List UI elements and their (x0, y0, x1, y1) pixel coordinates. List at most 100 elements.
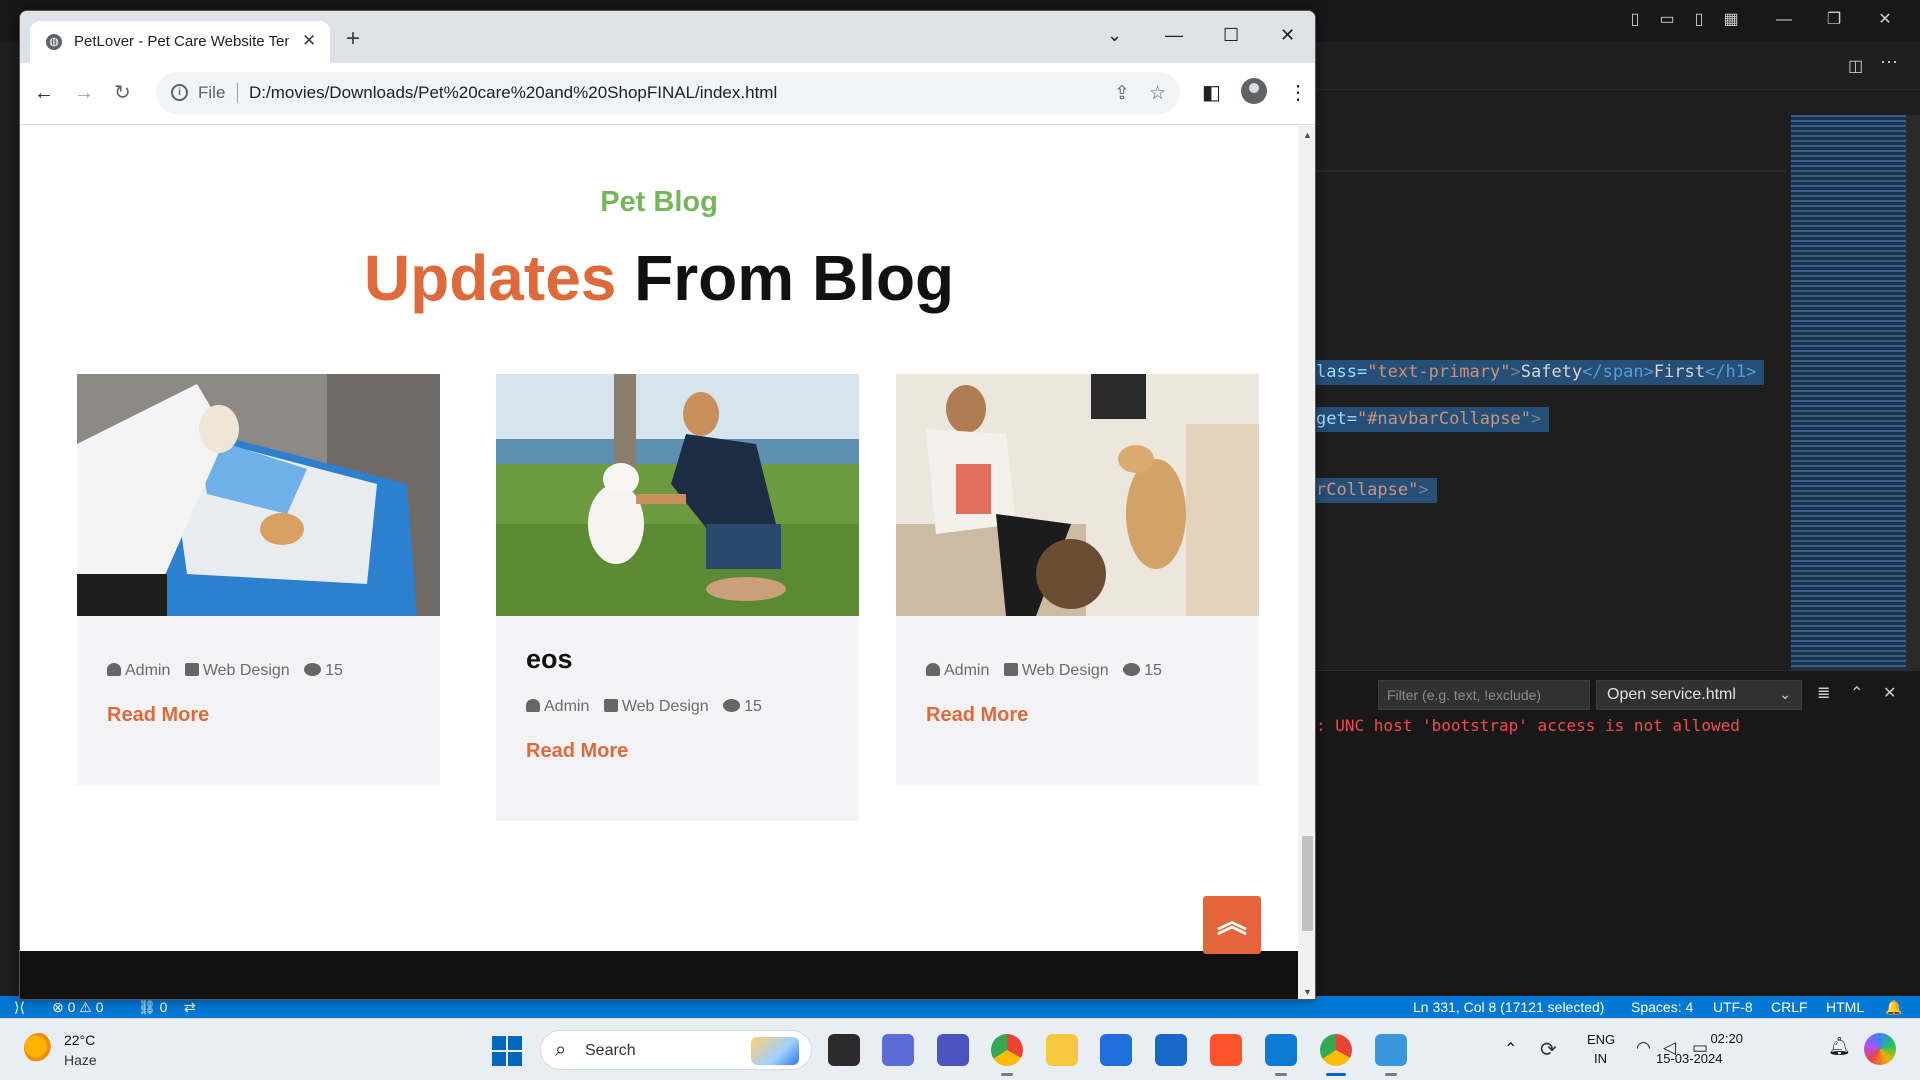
toggle-panel-icon[interactable]: ▭ (1658, 11, 1676, 29)
read-more-link[interactable]: Read More (526, 740, 628, 763)
remote-icon[interactable]: ⟩⟨ (14, 999, 25, 1016)
more-actions-icon[interactable]: ⋯ (1880, 52, 1898, 73)
search-placeholder: Search (585, 1042, 636, 1059)
card-heading[interactable]: eos (526, 644, 573, 675)
photos-icon[interactable] (1375, 1034, 1407, 1066)
indentation[interactable]: Spaces: 4 (1631, 999, 1693, 1015)
notification-bell-icon[interactable]: 🔔︎ (1828, 1036, 1851, 1057)
weather-temperature[interactable]: 22°C (64, 1032, 95, 1048)
microsoft-store-icon[interactable] (1155, 1034, 1187, 1066)
blog-image-vet-cat[interactable] (77, 374, 440, 616)
chrome-profile-icon[interactable] (991, 1034, 1023, 1066)
search-icon: ⌕ (555, 1039, 567, 1061)
side-panel-icon[interactable]: ◧ (1202, 83, 1221, 103)
clock-date[interactable]: 15-03-2024 (1656, 1051, 1723, 1066)
url-text[interactable]: D:/movies/Downloads/Pet%20care%20and%20S… (249, 83, 777, 103)
close-icon[interactable]: ✕ (1876, 11, 1894, 29)
card-category[interactable]: Web Design (203, 662, 290, 679)
scrollbar-thumb[interactable] (1302, 836, 1313, 931)
read-more-link[interactable]: Read More (107, 704, 209, 727)
task-view-icon[interactable] (828, 1034, 860, 1066)
globe-icon: ◍ (46, 34, 62, 50)
browser-toolbar: ← → ↻ i File D:/movies/Downloads/Pet%20c… (20, 63, 1315, 125)
teams-chat-icon[interactable] (882, 1034, 914, 1066)
problems-indicator[interactable]: ⊗ 0 ⚠ 0 (52, 999, 104, 1016)
browser-tab[interactable]: ◍ PetLover - Pet Care Website Template ✕ (30, 21, 330, 63)
share-icon[interactable]: ⇪ (1114, 82, 1130, 105)
tab-strip: ◍ PetLover - Pet Care Website Template ✕… (20, 11, 1315, 63)
minimap[interactable] (1791, 115, 1906, 670)
scroll-up-icon[interactable]: ▲ (1303, 130, 1312, 140)
notifications-icon[interactable]: 🔔 (1885, 999, 1902, 1016)
minimize-icon[interactable]: — (1775, 11, 1793, 29)
split-editor-icon[interactable]: ◫ (1848, 56, 1863, 76)
page-scrollbar[interactable]: ▲ ▼ (1298, 126, 1315, 999)
card-author[interactable]: Admin (544, 698, 589, 715)
folder-icon (1003, 663, 1018, 676)
card-author[interactable]: Admin (125, 662, 170, 679)
editor-scrollbar[interactable] (1906, 115, 1920, 670)
new-tab-button[interactable]: + (346, 27, 360, 51)
code-punct: > (1418, 480, 1429, 500)
customize-layout-icon[interactable]: ▦ (1722, 11, 1740, 29)
card-category[interactable]: Web Design (1022, 662, 1109, 679)
close-tab-icon[interactable]: ✕ (302, 31, 316, 51)
info-icon[interactable]: i (171, 84, 188, 101)
close-panel-icon[interactable]: ✕ (1883, 683, 1896, 703)
weather-icon[interactable] (24, 1033, 54, 1063)
card-author[interactable]: Admin (944, 662, 989, 679)
clock-time[interactable]: 02:20 (1693, 1031, 1743, 1046)
address-bar[interactable]: i File D:/movies/Downloads/Pet%20care%20… (156, 72, 1180, 114)
code-editor[interactable]: lass="text-primary">Safety</span>First</… (1316, 90, 1790, 670)
wifi-icon[interactable]: ◠ (1636, 1038, 1651, 1058)
read-more-link[interactable]: Read More (926, 704, 1028, 727)
forward-arrow-icon[interactable]: → (74, 83, 94, 103)
card-category[interactable]: Web Design (622, 698, 709, 715)
back-arrow-icon[interactable]: ← (34, 83, 54, 103)
blog-image-woman-dogs[interactable] (896, 374, 1259, 616)
maximize-panel-icon[interactable]: ⌃ (1850, 683, 1863, 703)
section-subtitle: Pet Blog (600, 186, 718, 218)
toggle-primary-sidebar-icon[interactable]: ▯ (1626, 11, 1644, 29)
profile-avatar-icon[interactable] (1241, 78, 1267, 104)
back-to-top-button[interactable]: ︽ (1203, 896, 1261, 954)
language-code[interactable]: ENG (1587, 1032, 1615, 1047)
menu-kebab-icon[interactable]: ⋮ (1288, 83, 1308, 103)
file-explorer-icon[interactable] (1046, 1034, 1078, 1066)
chrome-icon[interactable] (1320, 1034, 1352, 1066)
code-attr: get= (1316, 409, 1357, 429)
comments-icon (1123, 663, 1141, 676)
tab-search-icon[interactable]: ⌄ (1107, 25, 1122, 45)
taskbar-search[interactable]: ⌕ Search (540, 1030, 812, 1070)
vscode-icon[interactable] (1265, 1034, 1297, 1066)
copilot-icon[interactable] (1864, 1033, 1896, 1065)
search-highlight-icon (751, 1037, 799, 1065)
toggle-secondary-sidebar-icon[interactable]: ▯ (1690, 11, 1708, 29)
sync-icon[interactable]: ⟳ (1540, 1037, 1557, 1062)
teams-icon[interactable] (937, 1034, 969, 1066)
encoding[interactable]: UTF-8 (1713, 999, 1753, 1015)
output-channel-select[interactable]: Open service.html ⌄ (1596, 680, 1802, 710)
mail-icon[interactable] (1100, 1034, 1132, 1066)
blog-image-man-dog[interactable] (496, 374, 859, 616)
user-icon (107, 663, 121, 676)
close-window-button[interactable]: ✕ (1280, 25, 1295, 45)
ports-indicator[interactable]: ⛓ 0 (138, 999, 167, 1016)
minimize-button[interactable]: — (1165, 25, 1183, 45)
language-mode[interactable]: HTML (1826, 999, 1864, 1015)
language-region[interactable]: IN (1594, 1051, 1607, 1066)
scroll-down-icon[interactable]: ▼ (1303, 987, 1312, 997)
output-filter-input[interactable]: Filter (e.g. text, !exclude) (1378, 680, 1590, 710)
reload-icon[interactable]: ↻ (114, 83, 131, 103)
show-hidden-icons-chevron[interactable]: ⌃ (1504, 1039, 1517, 1059)
live-share-icon[interactable]: ⇄ (184, 999, 196, 1016)
bookmark-star-icon[interactable]: ☆ (1149, 82, 1166, 105)
restore-icon[interactable]: ❐ (1825, 11, 1843, 29)
weather-description[interactable]: Haze (64, 1052, 97, 1068)
windows-start-icon[interactable] (492, 1036, 522, 1066)
line-ending[interactable]: CRLF (1771, 999, 1808, 1015)
maximize-button[interactable]: ☐ (1223, 25, 1239, 45)
word-wrap-icon[interactable]: ≣ (1817, 683, 1830, 703)
brave-browser-icon[interactable] (1210, 1034, 1242, 1066)
cursor-position[interactable]: Ln 331, Col 8 (17121 selected) (1413, 999, 1604, 1015)
